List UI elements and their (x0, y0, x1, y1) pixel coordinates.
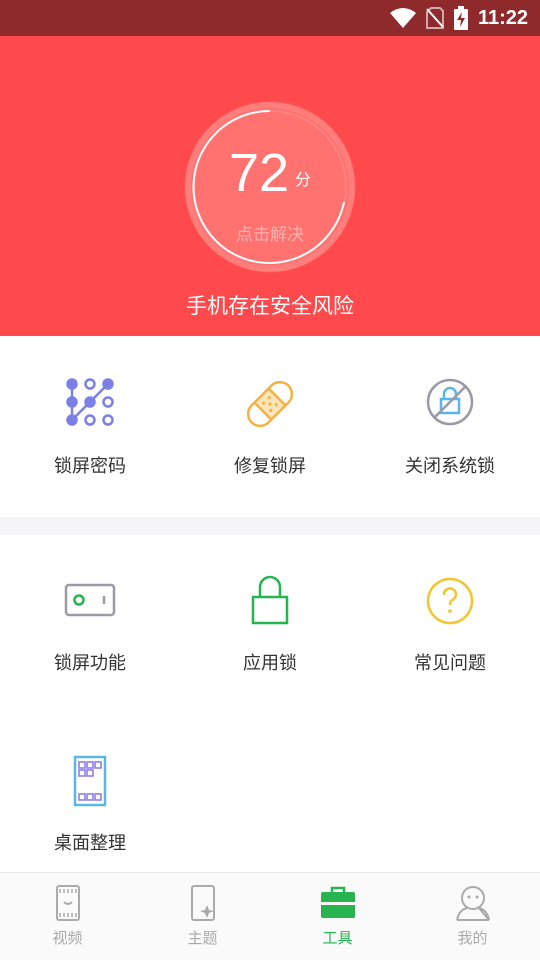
security-hero: 72 分 点击解决 手机存在安全风险 (0, 36, 540, 336)
bottom-tab-bar: 视频 主题 工具 我的 (0, 872, 540, 960)
tool-lock-password[interactable]: 锁屏密码 (0, 374, 180, 478)
no-sim-icon (425, 7, 444, 29)
tool-label: 桌面整理 (54, 833, 126, 854)
bandage-icon (246, 380, 294, 428)
profile-icon (455, 886, 490, 921)
desktop-grid-icon (73, 755, 107, 807)
tab-profile[interactable]: 我的 (405, 873, 540, 960)
status-bar: 11:22 (0, 0, 540, 36)
security-score-button[interactable]: 72 分 点击解决 (185, 102, 355, 272)
tool-repair-lock[interactable]: 修复锁屏 (180, 374, 360, 478)
tool-faq[interactable]: 常见问题 (360, 571, 540, 675)
tab-video[interactable]: 视频 (0, 873, 135, 960)
tools-row-3: 桌面整理 (0, 715, 540, 872)
lock-disabled-icon (426, 378, 474, 426)
clock: 11:22 (477, 6, 528, 29)
tab-theme[interactable]: 主题 (135, 873, 270, 960)
tab-tools[interactable]: 工具 (270, 873, 405, 960)
tool-lock-features[interactable]: 锁屏功能 (0, 571, 180, 675)
tab-label: 工具 (322, 929, 353, 947)
tool-label: 关闭系统锁 (405, 456, 495, 477)
tools-row-1: 锁屏密码 修复锁屏 关闭系统锁 (0, 336, 540, 517)
tool-label: 锁屏功能 (54, 653, 126, 674)
toggle-switch-icon (64, 583, 116, 617)
video-icon (55, 885, 80, 921)
pattern-lock-icon (66, 378, 114, 426)
security-score: 72 分 (228, 143, 312, 203)
theme-icon (190, 885, 215, 921)
security-warning: 手机存在安全风险 (186, 294, 354, 318)
tab-label: 视频 (52, 929, 83, 947)
score-action-label: 点击解决 (236, 225, 304, 245)
toolbox-icon (320, 886, 355, 918)
section-divider (0, 517, 540, 535)
tool-desktop-organizer[interactable]: 桌面整理 (0, 751, 180, 855)
question-icon (426, 577, 474, 625)
tool-label: 修复锁屏 (234, 456, 306, 477)
padlock-icon (251, 575, 289, 625)
tool-disable-system-lock[interactable]: 关闭系统锁 (360, 374, 540, 478)
tool-label: 锁屏密码 (54, 456, 126, 477)
tool-label: 常见问题 (414, 653, 486, 674)
wifi-icon (389, 8, 416, 28)
battery-charging-icon (453, 6, 468, 30)
tab-label: 主题 (187, 929, 218, 947)
tools-row-2: 锁屏功能 应用锁 常见问题 (0, 535, 540, 715)
tab-label: 我的 (457, 929, 488, 947)
tool-label: 应用锁 (243, 653, 297, 674)
tool-app-lock[interactable]: 应用锁 (180, 571, 360, 675)
